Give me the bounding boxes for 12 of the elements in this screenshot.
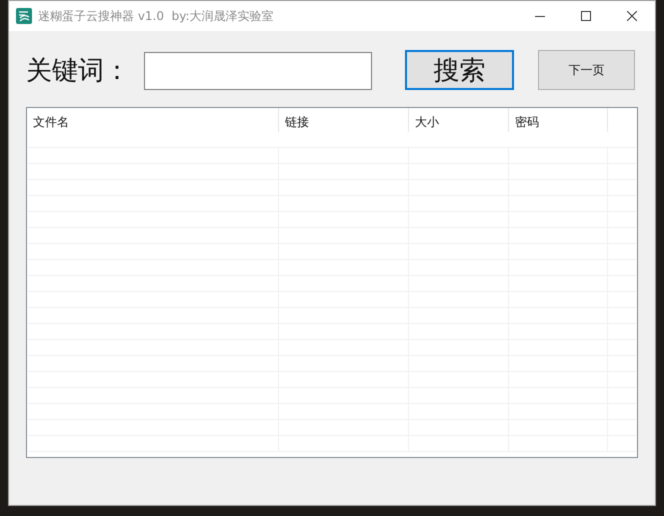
- next-page-button[interactable]: 下一页: [538, 50, 635, 90]
- window-title: 迷糊蛋子云搜神器 v1.0 by:大润晟泽实验室: [38, 8, 274, 25]
- keyword-label: 关键词：: [26, 54, 130, 88]
- close-icon: [627, 11, 637, 21]
- app-logo-icon: [16, 8, 32, 24]
- column-header[interactable]: 大小: [409, 108, 509, 132]
- search-button[interactable]: 搜索: [405, 50, 514, 90]
- keyword-input-field[interactable]: [144, 52, 372, 90]
- column-header[interactable]: 密码: [509, 108, 608, 132]
- maximize-icon: [581, 11, 591, 21]
- column-header[interactable]: 链接: [279, 108, 409, 132]
- column-header[interactable]: 文件名: [27, 108, 279, 132]
